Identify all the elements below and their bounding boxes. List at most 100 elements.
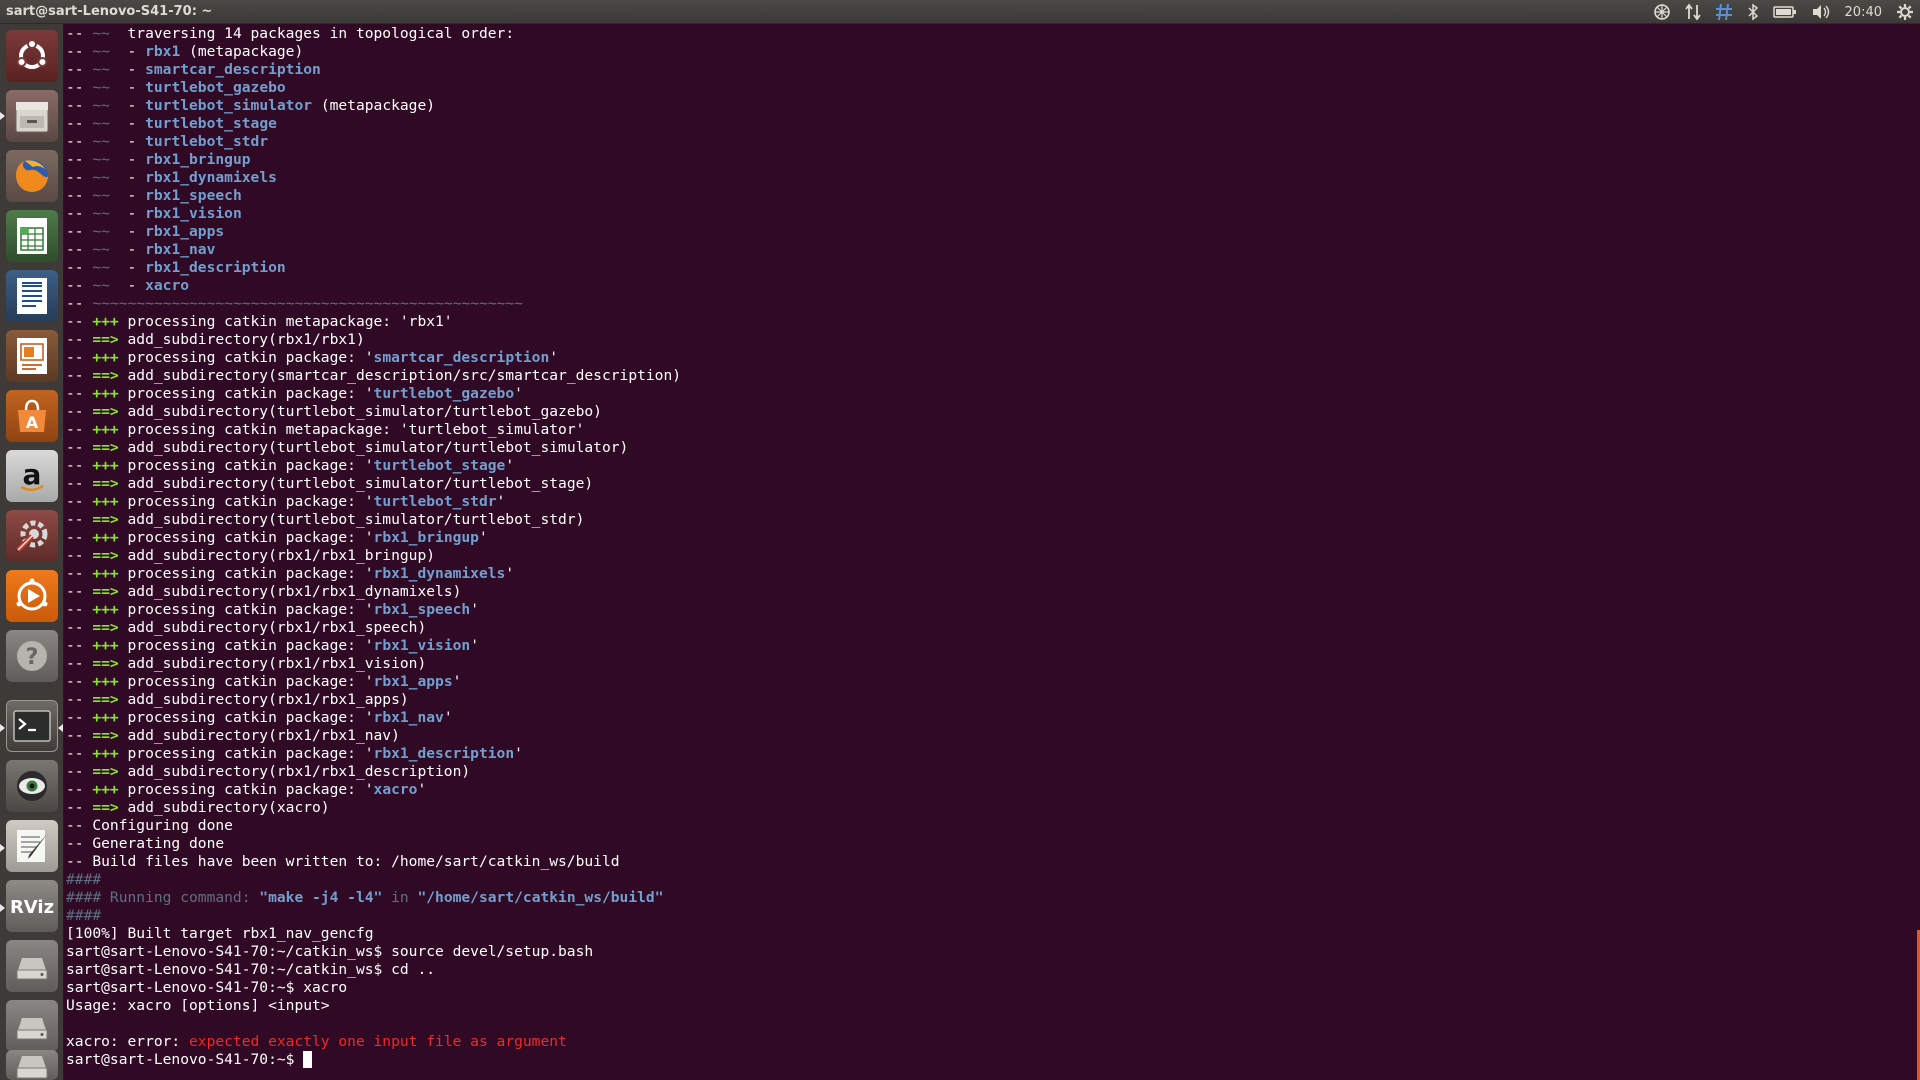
launcher-eye-app[interactable] [6, 760, 58, 812]
terminal-text: ' [470, 637, 479, 654]
launcher-files[interactable] [6, 90, 58, 142]
help-icon: ? [12, 636, 52, 676]
terminal-text: ==> [92, 583, 119, 600]
terminal-text: -- [66, 241, 93, 258]
window-title: sart@sart-Lenovo-S41-70: ~ [6, 4, 213, 19]
launcher-firefox[interactable] [6, 150, 58, 202]
volume-icon[interactable] [1811, 3, 1831, 21]
terminal-text: -- [66, 763, 93, 780]
terminal-text: turtlebot_gazebo [145, 79, 286, 96]
network-status-icon[interactable] [1653, 3, 1671, 21]
terminal-text: -- [66, 367, 93, 384]
terminal-text: -- Build files have been written to: /ho… [66, 853, 620, 870]
terminal-line: -- ==> add_subdirectory(rbx1/rbx1_dynami… [66, 583, 1920, 601]
terminal-text: add_subdirectory(turtlebot_simulator/tur… [118, 403, 602, 420]
terminal-text: +++ [92, 457, 119, 474]
terminal-text: -- [66, 673, 93, 690]
launcher-ubuntu-dash[interactable] [6, 30, 58, 82]
terminal-text: -- [66, 169, 93, 186]
terminal-text: -- [66, 619, 93, 636]
running-indicator [0, 112, 5, 120]
terminal-text: - [109, 169, 146, 186]
terminal-line: -- ==> add_subdirectory(xacro) [66, 799, 1920, 817]
transfer-arrows-icon[interactable] [1684, 3, 1701, 21]
rviz-icon: RViz [10, 886, 54, 926]
keyboard-layout-icon[interactable] [1715, 3, 1733, 21]
terminal-text: processing catkin package: ' [118, 745, 374, 762]
terminal-text: ==> [92, 727, 119, 744]
terminal-text: processing catkin package: ' [118, 781, 374, 798]
session-gear-icon[interactable] [1896, 3, 1914, 21]
terminal-text: processing catkin package: ' [118, 349, 374, 366]
launcher-drive-2[interactable] [6, 1000, 58, 1052]
terminal-text: rbx1 [145, 43, 181, 60]
terminal-text: -- [66, 727, 93, 744]
terminal-text: (metapackage) [180, 43, 304, 60]
launcher-calc[interactable] [6, 210, 58, 262]
terminal-text: ==> [92, 331, 119, 348]
launcher-impress[interactable] [6, 330, 58, 382]
terminal-text: ' [417, 781, 427, 798]
running-indicator [0, 724, 5, 732]
terminal-text: ~~ [92, 151, 110, 168]
terminal-text: -- [66, 493, 93, 510]
hard-drive-icon [12, 946, 52, 986]
launcher-media-player[interactable] [6, 570, 58, 622]
terminal-text: - [109, 151, 146, 168]
terminal-text: processing catkin package: ' [118, 385, 374, 402]
terminal-line: -- ~~ - xacro [66, 277, 1920, 295]
terminal-text: ' [514, 745, 523, 762]
terminal-text: add_subdirectory(xacro) [118, 799, 330, 816]
terminal-text: -- [66, 313, 93, 330]
terminal-text: add_subdirectory(rbx1/rbx1) [118, 331, 365, 348]
terminal-icon [12, 709, 52, 743]
terminal-text: ~~ [92, 241, 110, 258]
terminal-text: - [109, 79, 146, 96]
terminal-text: rbx1_speech [145, 187, 242, 204]
terminal-line: -- ==> add_subdirectory(turtlebot_simula… [66, 403, 1920, 421]
terminal-text: -- [66, 691, 93, 708]
battery-icon[interactable] [1772, 5, 1797, 19]
launcher-amazon[interactable]: a [6, 450, 58, 502]
terminal-text: ' [505, 565, 515, 582]
launcher-text-editor[interactable] [6, 820, 58, 872]
launcher-settings[interactable] [6, 510, 58, 562]
terminal-line: -- +++ processing catkin package: 'smart… [66, 349, 1920, 367]
launcher-drive-1[interactable] [6, 940, 58, 992]
terminal-text: -- [66, 133, 93, 150]
terminal-line: -- ==> add_subdirectory(turtlebot_simula… [66, 475, 1920, 493]
launcher-terminal[interactable] [6, 700, 58, 752]
launcher-rviz[interactable]: RViz [6, 880, 58, 932]
terminal-text: -- [66, 295, 93, 312]
terminal-text: "make -j4 -l4" [259, 889, 383, 906]
terminal-line: -- ~~~~~~~~~~~~~~~~~~~~~~~~~~~~~~~~~~~~~… [66, 295, 1920, 313]
launcher-writer[interactable] [6, 270, 58, 322]
terminal-text: ~~ [92, 169, 110, 186]
terminal-text: add_subdirectory(turtlebot_simulator/tur… [118, 511, 585, 528]
launcher-help[interactable]: ? [6, 630, 58, 682]
terminal-text: -- [66, 547, 93, 564]
terminal-text: sart@sart-Lenovo-S41-70:~$ [66, 1051, 304, 1068]
terminal-text: -- [66, 349, 93, 366]
clock[interactable]: 20:40 [1845, 5, 1882, 20]
terminal-text: - [109, 205, 146, 222]
launcher-software[interactable]: A [6, 390, 58, 442]
terminal-text: -- [66, 403, 93, 420]
terminal-text: -- [66, 565, 93, 582]
terminal-text: - [109, 241, 146, 258]
launcher-trash[interactable] [6, 1050, 58, 1080]
bluetooth-icon[interactable] [1747, 3, 1759, 21]
terminal-text: ==> [92, 475, 119, 492]
terminal-text: ==> [92, 439, 119, 456]
terminal-line: -- ==> add_subdirectory(turtlebot_simula… [66, 439, 1920, 457]
terminal-text: processing catkin package: ' [118, 709, 374, 726]
terminal-text: ' [549, 349, 559, 366]
terminal-text: rbx1_speech [373, 601, 471, 618]
terminal-output[interactable]: -- ~~ traversing 14 packages in topologi… [65, 24, 1920, 1080]
terminal-text: ==> [92, 403, 119, 420]
terminal-line: -- ==> add_subdirectory(rbx1/rbx1_bringu… [66, 547, 1920, 565]
terminal-text: ==> [92, 691, 119, 708]
terminal-line: #### [66, 907, 1920, 925]
terminal-line: -- +++ processing catkin package: 'turtl… [66, 493, 1920, 511]
terminal-line: -- ~~ - smartcar_description [66, 61, 1920, 79]
